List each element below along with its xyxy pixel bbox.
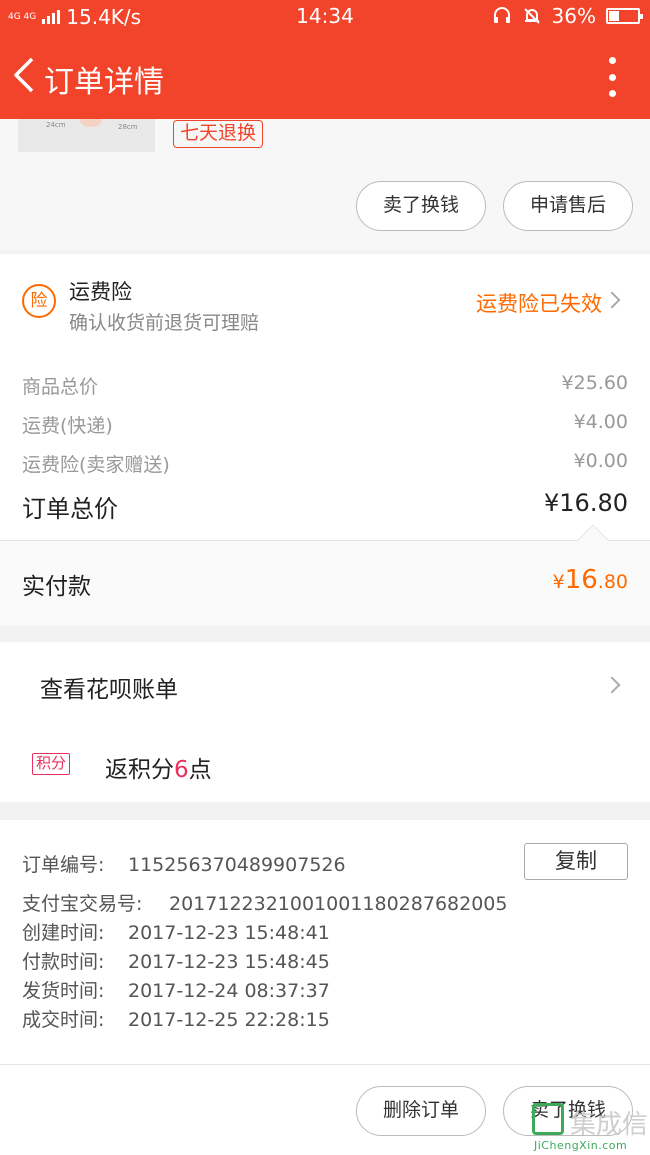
order-info-row: 付款时间: 2017-12-23 15:48:45	[22, 947, 330, 974]
price-label: 运费险(卖家赠送)	[22, 454, 170, 476]
watermark-logo-icon	[532, 1103, 564, 1135]
huabei-bill-label: 查看花呗账单	[40, 677, 178, 703]
points-count: 6	[174, 757, 189, 783]
product-thumbnail[interactable]: 24cm 28cm	[18, 119, 155, 152]
order-info-row: 成交时间: 2017-12-25 22:28:15	[22, 1005, 330, 1032]
info-label: 付款时间:	[22, 951, 105, 973]
order-info-row: 支付宝交易号: 2017122321001001180287682005	[22, 889, 507, 916]
watermark-text: 集成信	[570, 1110, 649, 1140]
order-info: 复制 订单编号: 115256370489907526 支付宝交易号: 201712…	[0, 820, 650, 1064]
order-total-value: ¥16.80	[544, 489, 628, 517]
info-label: 支付宝交易号:	[22, 893, 143, 915]
status-bar: 4G 4G 15.4K/s 14:34 36%	[0, 0, 650, 33]
points-row: 积分 返积分6点	[0, 728, 650, 802]
actual-payment-row: 实付款 ¥16.80	[0, 540, 650, 626]
price-value: ¥4.00	[573, 411, 628, 433]
copy-order-number-button[interactable]: 复制	[524, 843, 628, 880]
insurance-subtitle: 确认收货前退货可理赔	[69, 312, 260, 334]
huabei-bill-row[interactable]: 查看花呗账单	[0, 642, 650, 728]
order-info-row: 创建时间: 2017-12-23 15:48:41	[22, 918, 330, 945]
info-label: 成交时间:	[22, 1009, 105, 1031]
info-value: 2017-12-23 15:48:45	[128, 951, 330, 973]
thumb-label: 28cm	[118, 123, 138, 131]
info-label: 创建时间:	[22, 922, 105, 944]
nav-bar: 订单详情	[0, 33, 650, 119]
chevron-right-icon	[603, 676, 621, 694]
insurance-icon: 险	[22, 284, 56, 318]
goods-section: 24cm 28cm 七天退换 卖了换钱 申请售后	[0, 119, 650, 250]
price-value: ¥25.60	[561, 372, 628, 394]
points-badge: 积分	[32, 753, 71, 775]
info-value: 2017-12-24 08:37:37	[128, 980, 330, 1002]
delete-order-button[interactable]: 删除订单	[356, 1086, 486, 1136]
insurance-title: 运费险	[69, 280, 132, 304]
watermark-url: JiChengXin.com	[534, 1139, 628, 1152]
info-value: 2017-12-25 22:28:15	[128, 1009, 330, 1031]
info-value: 2017-12-23 15:48:41	[128, 922, 330, 944]
shipping-insurance-row[interactable]: 险 运费险 确认收货前退货可理赔 运费险已失效	[0, 254, 650, 344]
info-value: 115256370489907526	[128, 854, 346, 876]
return-policy-tag: 七天退换	[173, 120, 264, 148]
page-title: 订单详情	[44, 65, 164, 100]
battery-icon	[606, 8, 643, 24]
info-label: 订单编号:	[22, 854, 105, 876]
price-value: ¥0.00	[573, 450, 628, 472]
sell-for-cash-button[interactable]: 卖了换钱	[356, 181, 486, 231]
info-value: 2017122321001001180287682005	[169, 893, 508, 915]
points-text: 返积分6点	[105, 757, 212, 783]
order-info-row: 发货时间: 2017-12-24 08:37:37	[22, 976, 330, 1003]
order-total-label: 订单总价	[22, 495, 118, 523]
back-icon[interactable]	[10, 55, 40, 95]
price-breakdown: 商品总价 ¥25.60 运费(快递) ¥4.00 运费险(卖家赠送) ¥0.00…	[0, 344, 650, 540]
chevron-right-icon	[603, 291, 621, 309]
thumb-label: 24cm	[46, 121, 66, 129]
info-label: 发货时间:	[22, 980, 105, 1002]
status-icons: 36%	[492, 4, 643, 28]
insurance-status: 运费险已失效	[476, 292, 602, 316]
battery-fill	[609, 11, 620, 21]
headset-icon	[493, 7, 510, 23]
site-watermark: 集成信 JiChengXin.com	[530, 1101, 648, 1153]
battery-percent: 36%	[551, 4, 596, 28]
more-menu-icon[interactable]	[604, 57, 620, 97]
actual-payment-label: 实付款	[22, 574, 91, 600]
price-label: 商品总价	[22, 376, 99, 398]
after-sales-button[interactable]: 申请售后	[503, 181, 633, 231]
mute-bell-icon	[523, 8, 540, 24]
actual-payment-value: ¥16.80	[552, 565, 628, 595]
price-label: 运费(快递)	[22, 415, 113, 437]
order-info-row: 订单编号: 115256370489907526	[22, 850, 346, 877]
